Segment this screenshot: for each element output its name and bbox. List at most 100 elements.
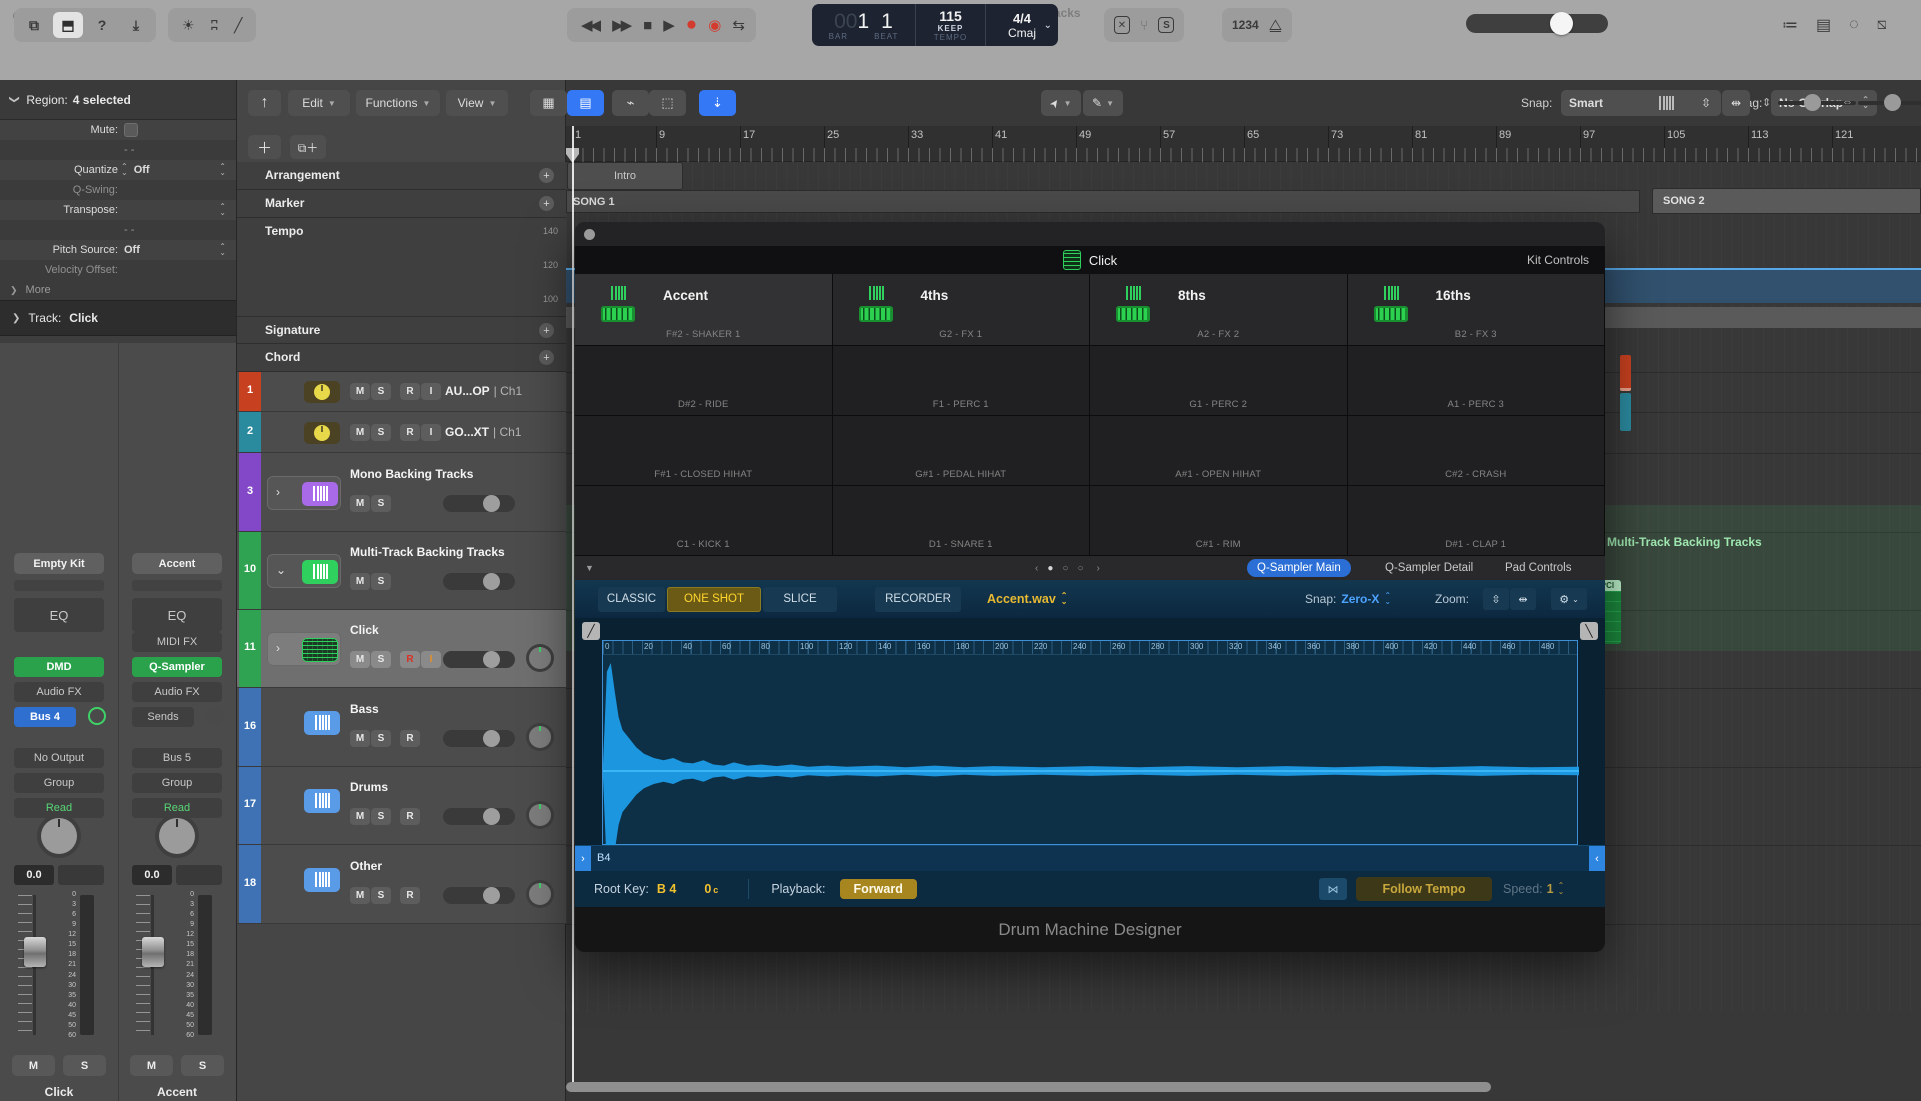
forward-button[interactable]: ▶▶: [612, 16, 629, 34]
cents-value[interactable]: 0c: [704, 882, 718, 896]
key-next-button[interactable]: ‹: [1589, 846, 1605, 872]
track-row[interactable]: 3›Mono Backing TracksMS: [237, 453, 566, 532]
midi-region-red[interactable]: [1620, 355, 1631, 391]
zoom-horizontal-button[interactable]: ⇹: [1510, 588, 1536, 610]
recorder-button[interactable]: RECORDER: [875, 587, 961, 612]
loop-browser-icon[interactable]: ◌: [1849, 16, 1859, 34]
track-r-button[interactable]: R: [400, 651, 420, 668]
plugin-close-icon[interactable]: [584, 229, 595, 240]
pad-send-button[interactable]: Sends: [132, 707, 194, 727]
track-header[interactable]: ❯Track:Click: [0, 300, 236, 336]
pad-send-knob[interactable]: [206, 707, 224, 725]
track-pan-knob[interactable]: [529, 647, 551, 669]
kit-mute-button[interactable]: M: [12, 1055, 55, 1076]
pad-cell-accent[interactable]: AccentF#2 - SHAKER 1: [575, 274, 833, 346]
track-m-button[interactable]: M: [350, 651, 370, 668]
page-next-icon[interactable]: ›: [1096, 563, 1099, 574]
pad-cell[interactable]: F#1 - CLOSED HIHAT: [575, 416, 833, 486]
track-volume-slider[interactable]: [443, 495, 515, 512]
track-row[interactable]: 2MSRIGO...XT| Ch1: [237, 412, 566, 453]
track-row[interactable]: 16BassMSR: [237, 688, 566, 767]
pad-cell[interactable]: C#2 - CRASH: [1348, 416, 1606, 486]
page-dot[interactable]: ○: [1062, 563, 1068, 574]
mode-one-shot-button[interactable]: ONE SHOT: [667, 587, 761, 612]
menu-view[interactable]: View▼: [446, 90, 508, 116]
track-volume-knob[interactable]: [483, 573, 500, 590]
toolbar-icon[interactable]: ⤓: [121, 12, 151, 38]
play-button[interactable]: ▶: [663, 16, 672, 34]
pad-cell[interactable]: A1 - PERC 3: [1348, 346, 1606, 416]
track-r-button[interactable]: R: [400, 383, 420, 400]
horizontal-scrollbar[interactable]: [566, 1082, 1491, 1092]
stepper-icon[interactable]: ⌃⌄: [219, 164, 226, 177]
lcd-chevron-icon[interactable]: ⌄: [1044, 20, 1052, 31]
pad-cell[interactable]: G1 - PERC 2: [1090, 346, 1348, 416]
track-m-button[interactable]: M: [350, 383, 370, 400]
track-pan-knob[interactable]: [529, 726, 551, 748]
marker-region-song2[interactable]: SONG 2: [1652, 188, 1921, 214]
menu-functions[interactable]: Functions▼: [356, 90, 440, 116]
speed-control[interactable]: Speed:1⌃⌄: [1503, 882, 1564, 896]
add-track-button[interactable]: ＋: [248, 135, 281, 159]
metronome-icon[interactable]: ⧋: [1269, 17, 1282, 34]
disclosure-group[interactable]: ›: [267, 476, 341, 510]
track-m-button[interactable]: M: [350, 424, 370, 441]
record-button[interactable]: ●: [686, 14, 694, 36]
disclosure-icon[interactable]: ›: [276, 485, 280, 499]
collapse-triangle-icon[interactable]: ▼: [585, 563, 594, 573]
track-s-button[interactable]: S: [371, 383, 391, 400]
capture-record-button[interactable]: ◉: [708, 16, 718, 34]
track-volume-knob[interactable]: [483, 495, 500, 512]
kit-output-button[interactable]: No Output: [14, 748, 104, 768]
kit-audio-fx-button[interactable]: Audio FX: [14, 682, 104, 702]
tab-pad-controls[interactable]: Pad Controls: [1495, 559, 1581, 577]
track-pan-knob[interactable]: [529, 883, 551, 905]
pad-cell[interactable]: C#1 - RIM: [1090, 486, 1348, 556]
midi-region-teal[interactable]: [1620, 393, 1631, 431]
pad-cell[interactable]: C1 - KICK 1: [575, 486, 833, 556]
pad-instrument-button[interactable]: Q-Sampler: [132, 657, 222, 677]
add-region-icon[interactable]: +: [539, 323, 554, 338]
duplicate-track-button[interactable]: ⧉＋: [290, 135, 326, 159]
track-volume-knob[interactable]: [483, 808, 500, 825]
more-row[interactable]: ❯More: [0, 280, 236, 300]
pad-midi-fx-button[interactable]: MIDI FX: [132, 632, 222, 652]
mute-checkbox[interactable]: [124, 123, 138, 137]
list-editors-icon[interactable]: ≔: [1782, 15, 1798, 35]
kit-send-knob[interactable]: [88, 707, 106, 725]
mode-slice-button[interactable]: SLICE: [763, 587, 837, 612]
pad-pan-knob[interactable]: [159, 818, 195, 854]
tab-q-sampler-main[interactable]: Q-Sampler Main: [1247, 559, 1351, 577]
track-r-button[interactable]: R: [400, 887, 420, 904]
track-m-button[interactable]: M: [350, 573, 370, 590]
note-pads-icon[interactable]: ▤: [1816, 15, 1831, 35]
track-s-button[interactable]: S: [371, 573, 391, 590]
stepper-icon[interactable]: ⌃⌄: [121, 164, 128, 177]
track-r-button[interactable]: R: [400, 424, 420, 441]
solo-badge-icon[interactable]: S: [1158, 17, 1174, 33]
pad-setting-button[interactable]: Accent: [132, 553, 222, 574]
track-s-button[interactable]: S: [371, 651, 391, 668]
qsampler-snap-control[interactable]: Snap:Zero-X⌃⌄: [1305, 592, 1391, 606]
disclosure-icon[interactable]: ⌄: [276, 563, 286, 577]
master-volume-knob[interactable]: [1550, 12, 1573, 35]
bar-ruler[interactable]: 191725334149576573818997105113121: [566, 126, 1921, 162]
disclosure-group[interactable]: ⌄: [267, 554, 341, 588]
pad-cell[interactable]: A#1 - OPEN HIHAT: [1090, 416, 1348, 486]
add-region-icon[interactable]: +: [539, 350, 554, 365]
pad-mute-button[interactable]: M: [130, 1055, 173, 1076]
pad-automation-button[interactable]: Read: [132, 798, 222, 818]
grid-view-button[interactable]: ▦: [530, 90, 567, 116]
pad-cell-4ths[interactable]: 4thsG2 - FX 1: [833, 274, 1091, 346]
track-i-button[interactable]: I: [421, 651, 441, 668]
stop-button[interactable]: ■: [643, 17, 649, 34]
marker-region-intro[interactable]: Intro: [567, 162, 683, 190]
track-row[interactable]: 1MSRIAU...OP| Ch1: [237, 372, 566, 412]
add-region-icon[interactable]: +: [539, 196, 554, 211]
track-row[interactable]: 18OtherMSR: [237, 845, 566, 924]
media-browser-icon[interactable]: ⧅: [1877, 16, 1887, 34]
kit-pan-knob[interactable]: [41, 818, 77, 854]
fade-in-handle[interactable]: ╱: [582, 622, 600, 640]
quick-help-icon[interactable]: ?: [87, 12, 117, 38]
pad-cell[interactable]: G#1 - PEDAL HIHAT: [833, 416, 1091, 486]
